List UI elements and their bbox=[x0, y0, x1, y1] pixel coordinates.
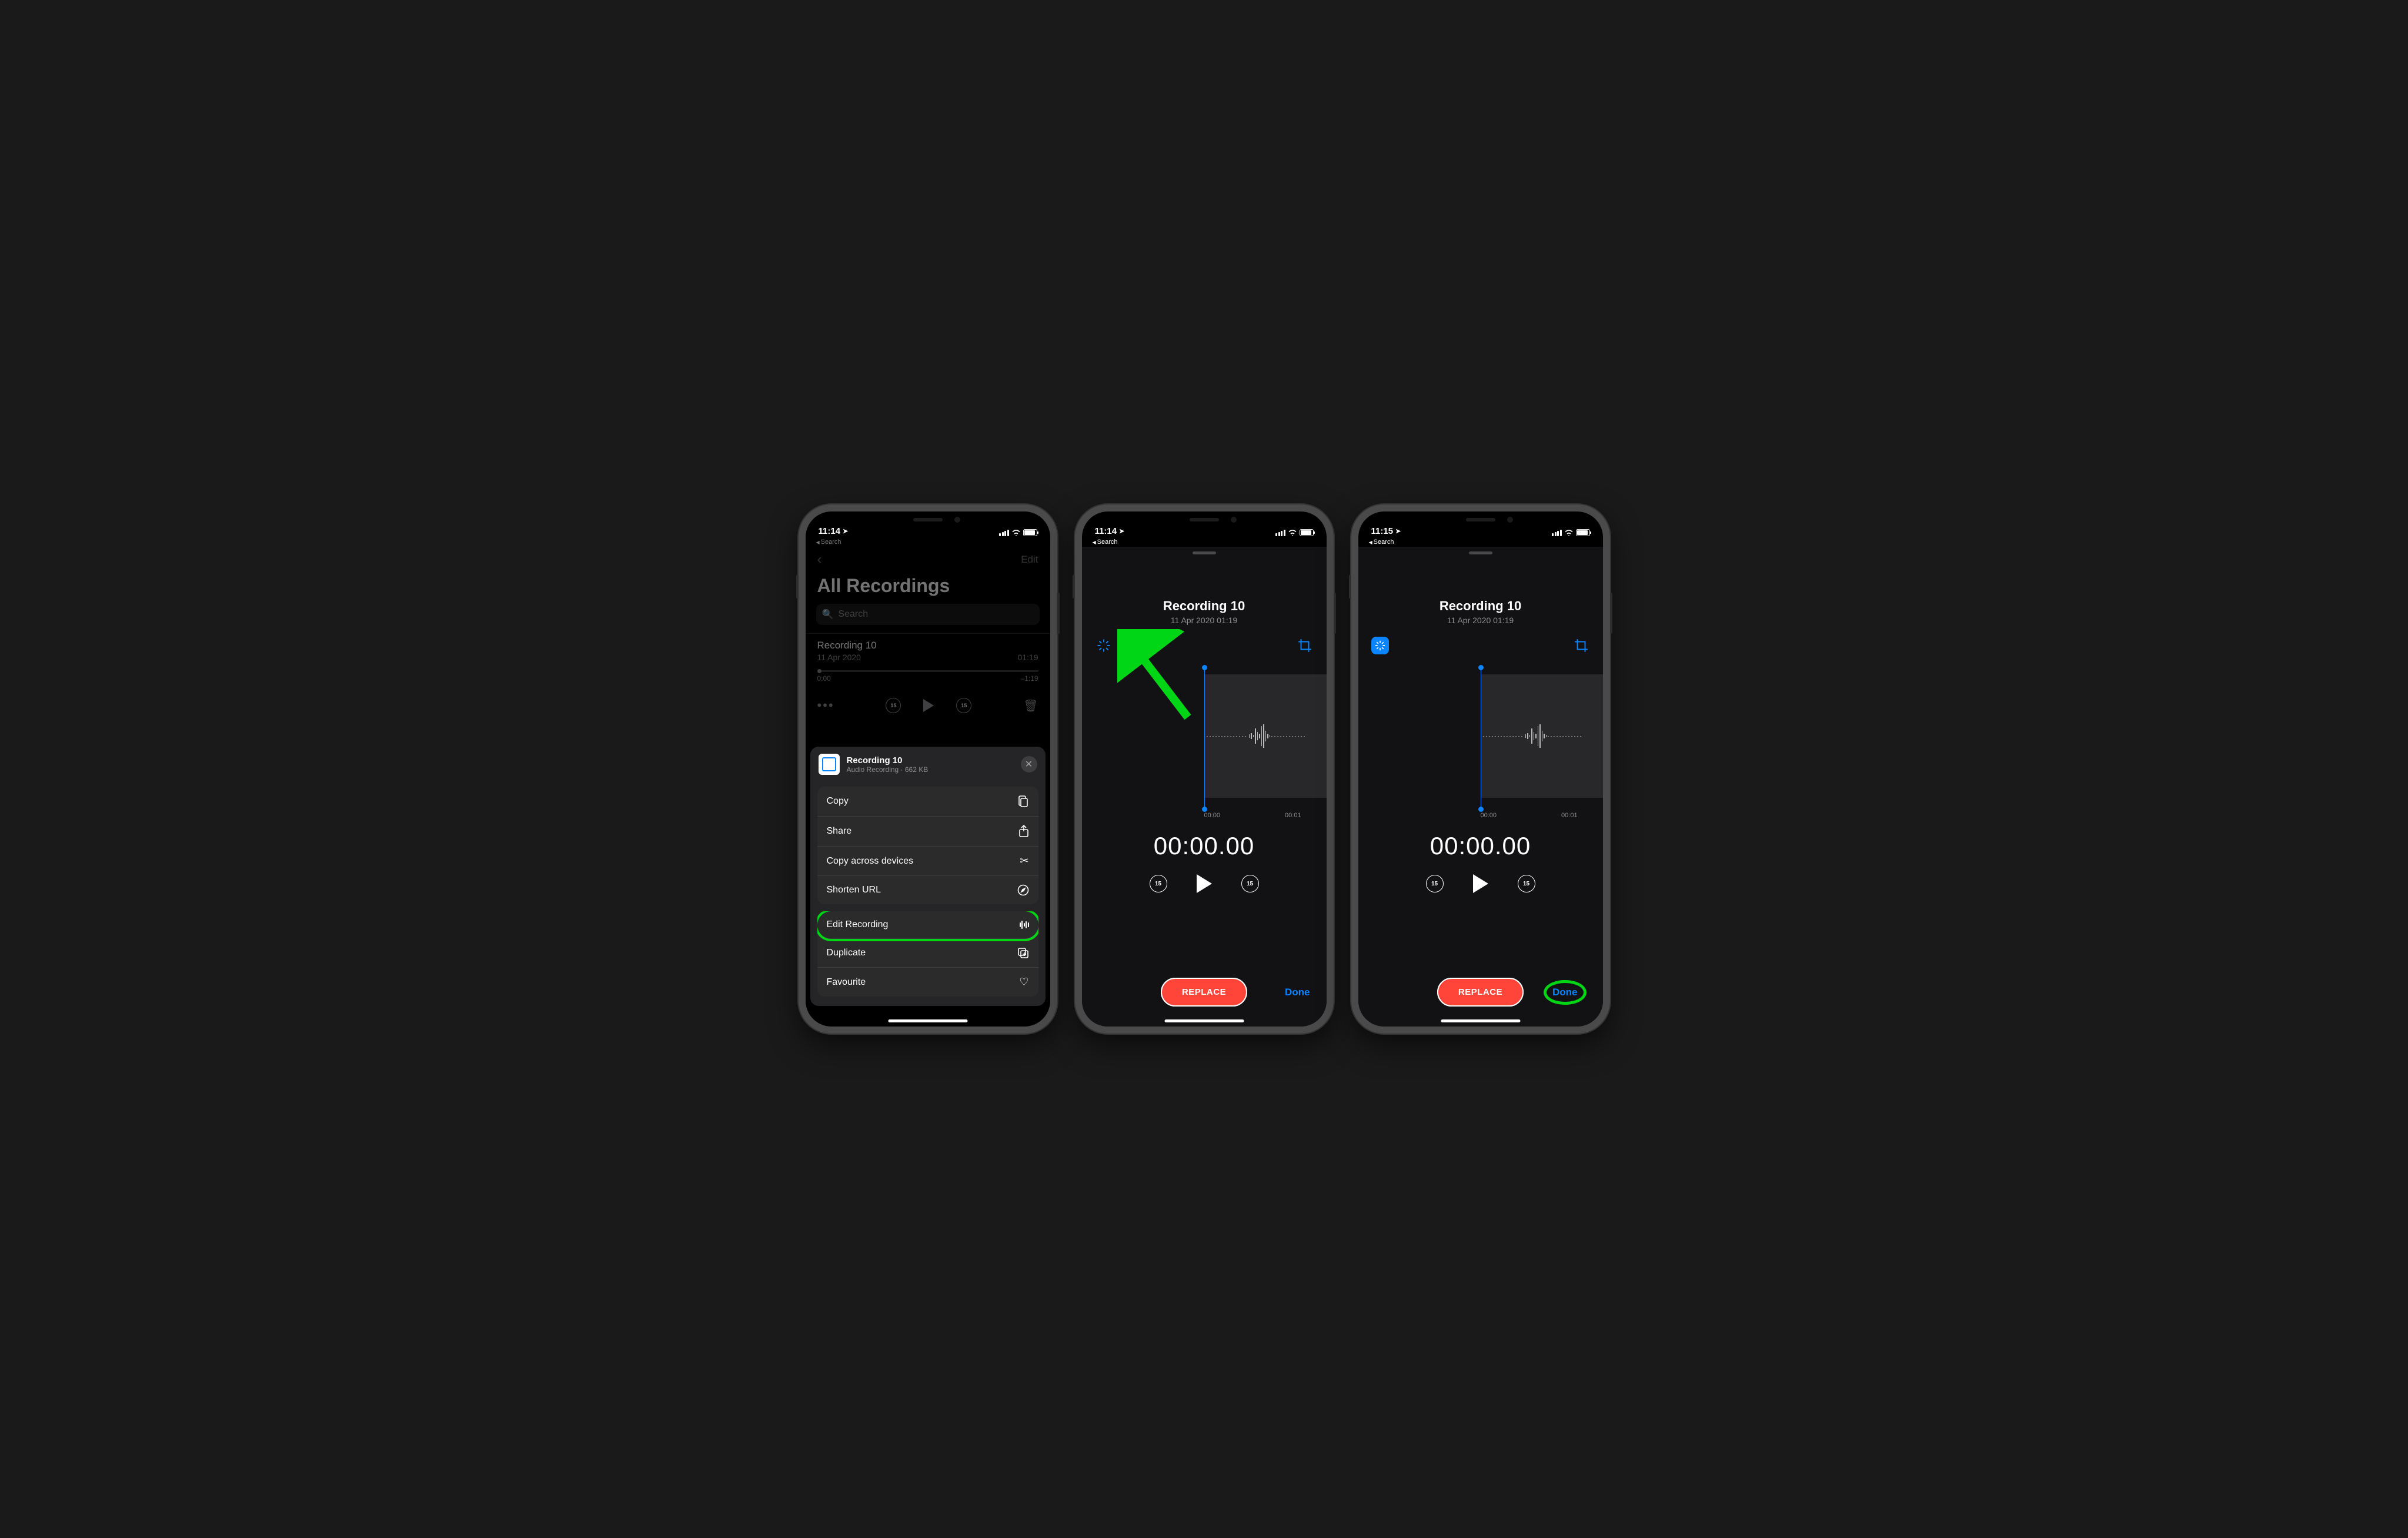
battery-icon bbox=[1300, 529, 1314, 536]
editor-subtitle: 11 Apr 2020 01:19 bbox=[1082, 616, 1327, 625]
current-time: 00:00.00 bbox=[1082, 832, 1327, 860]
crop-icon[interactable] bbox=[1297, 638, 1312, 653]
home-indicator[interactable] bbox=[1441, 1019, 1520, 1022]
scissors-icon: ✂ bbox=[1020, 855, 1028, 867]
close-icon[interactable]: ✕ bbox=[1021, 756, 1037, 773]
timeline-tick: 00:00 bbox=[1481, 812, 1497, 819]
share-sheet: Recording 10 Audio Recording · 662 KB ✕ … bbox=[810, 747, 1046, 1006]
location-icon: ➤ bbox=[843, 527, 848, 535]
battery-icon bbox=[1023, 529, 1037, 536]
rewind-15-icon[interactable] bbox=[1426, 875, 1444, 892]
location-icon: ➤ bbox=[1395, 527, 1401, 535]
phone-3: 11:15 ➤ Search Recording 10 11 Apr 2020 … bbox=[1351, 504, 1610, 1034]
forward-15-icon[interactable] bbox=[1518, 875, 1535, 892]
enhance-wand-icon[interactable] bbox=[1096, 638, 1111, 653]
wifi-icon bbox=[1288, 529, 1297, 536]
rewind-15-icon[interactable] bbox=[1150, 875, 1167, 892]
notch bbox=[1428, 511, 1534, 528]
share-icon bbox=[1018, 825, 1029, 838]
share-group-2: Edit Recording Duplicate Favourite ♡ bbox=[817, 911, 1038, 997]
share-group-1: Copy Share Copy across devices ✂ bbox=[817, 787, 1038, 904]
current-time: 00:00.00 bbox=[1358, 832, 1603, 860]
playhead[interactable] bbox=[1481, 667, 1482, 810]
play-button[interactable] bbox=[1197, 874, 1212, 893]
home-indicator[interactable] bbox=[1164, 1019, 1244, 1022]
status-time: 11:14 bbox=[819, 526, 841, 536]
crop-icon[interactable] bbox=[1574, 638, 1589, 653]
compass-icon bbox=[1017, 884, 1029, 896]
signal-icon bbox=[999, 530, 1009, 536]
replace-button[interactable]: REPLACE bbox=[1161, 978, 1247, 1007]
timeline-tick: 00:01 bbox=[1561, 812, 1578, 819]
duplicate-icon bbox=[1017, 947, 1029, 959]
timeline-tick: 00:00 bbox=[1204, 812, 1221, 819]
replace-button[interactable]: REPLACE bbox=[1437, 978, 1524, 1007]
share-edit-recording[interactable]: Edit Recording bbox=[817, 911, 1038, 939]
status-time: 11:15 bbox=[1371, 526, 1394, 536]
enhance-wand-icon[interactable] bbox=[1372, 638, 1388, 653]
share-copy-across[interactable]: Copy across devices ✂ bbox=[817, 847, 1038, 876]
phone-2: 11:14 ➤ Search Recording 10 11 Apr 2020 … bbox=[1075, 504, 1334, 1034]
notch bbox=[875, 511, 981, 528]
copy-icon bbox=[1017, 795, 1029, 808]
back-to-search[interactable]: Search bbox=[1358, 537, 1603, 547]
editor-subtitle: 11 Apr 2020 01:19 bbox=[1358, 616, 1603, 625]
home-indicator[interactable] bbox=[888, 1019, 967, 1022]
battery-icon bbox=[1576, 529, 1590, 536]
waveform-area[interactable]: 00:00 00:01 bbox=[1082, 663, 1327, 827]
forward-15-icon[interactable] bbox=[1241, 875, 1259, 892]
status-time: 11:14 bbox=[1095, 526, 1117, 536]
waveform-area[interactable]: 00:00 00:01 bbox=[1358, 663, 1603, 827]
sheet-grabber[interactable] bbox=[1193, 551, 1216, 554]
done-button[interactable]: Done bbox=[1285, 987, 1310, 998]
play-button[interactable] bbox=[1473, 874, 1488, 893]
share-thumbnail bbox=[819, 754, 840, 775]
share-favourite[interactable]: Favourite ♡ bbox=[817, 968, 1038, 997]
heart-icon: ♡ bbox=[1019, 976, 1028, 988]
done-button[interactable]: Done bbox=[1544, 980, 1587, 1005]
share-subtitle: Audio Recording · 662 KB bbox=[847, 765, 1014, 774]
timeline-tick: 00:01 bbox=[1285, 812, 1301, 819]
editor-title: Recording 10 bbox=[1358, 599, 1603, 614]
share-duplicate[interactable]: Duplicate bbox=[817, 939, 1038, 968]
share-copy[interactable]: Copy bbox=[817, 787, 1038, 817]
signal-icon bbox=[1552, 530, 1562, 536]
notch bbox=[1151, 511, 1257, 528]
waveform-icon bbox=[1020, 921, 1029, 929]
wifi-icon bbox=[1011, 529, 1021, 536]
sheet-grabber[interactable] bbox=[1469, 551, 1492, 554]
location-icon: ➤ bbox=[1119, 527, 1124, 535]
back-to-search[interactable]: Search bbox=[1082, 537, 1327, 547]
share-title: Recording 10 bbox=[847, 755, 1014, 765]
share-shorten-url[interactable]: Shorten URL bbox=[817, 876, 1038, 904]
signal-icon bbox=[1275, 530, 1285, 536]
phone-1: 11:14 ➤ Search ‹ Edit All Recordings 🔍 S… bbox=[799, 504, 1057, 1034]
editor-title: Recording 10 bbox=[1082, 599, 1327, 614]
share-share[interactable]: Share bbox=[817, 817, 1038, 847]
wifi-icon bbox=[1564, 529, 1574, 536]
playhead[interactable] bbox=[1204, 667, 1205, 810]
